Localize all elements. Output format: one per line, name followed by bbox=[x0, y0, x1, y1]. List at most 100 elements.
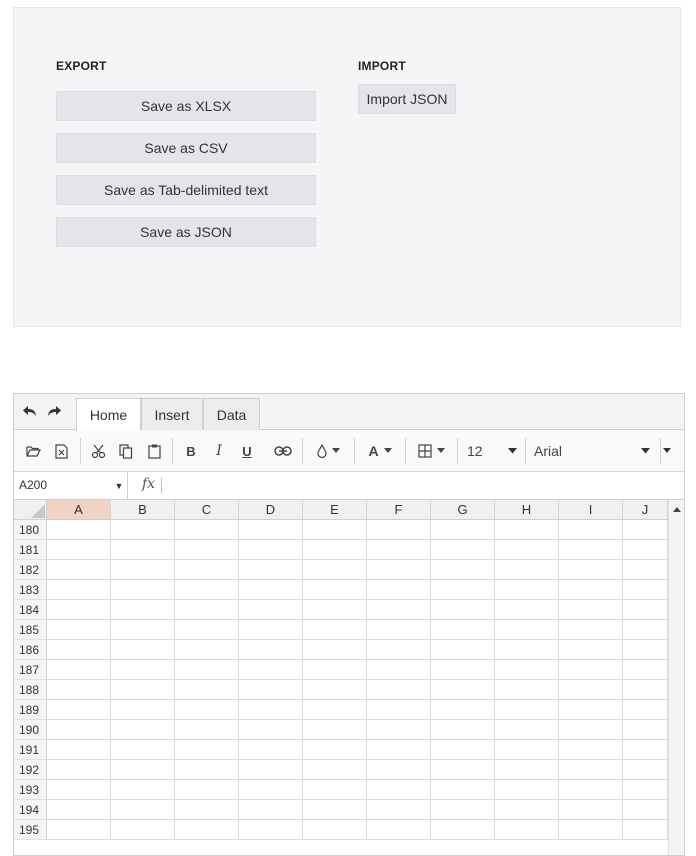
cell-a194[interactable] bbox=[47, 800, 111, 820]
cell-f183[interactable] bbox=[367, 580, 431, 600]
cell-h184[interactable] bbox=[495, 600, 559, 620]
text-color-icon[interactable]: A bbox=[364, 439, 396, 463]
font-size-select[interactable]: 12 bbox=[467, 439, 517, 463]
cell-a184[interactable] bbox=[47, 600, 111, 620]
cell-f182[interactable] bbox=[367, 560, 431, 580]
cell-j194[interactable] bbox=[623, 800, 668, 820]
cell-i192[interactable] bbox=[559, 760, 623, 780]
cell-f193[interactable] bbox=[367, 780, 431, 800]
cell-b195[interactable] bbox=[111, 820, 175, 840]
borders-icon[interactable] bbox=[415, 439, 447, 463]
vertical-scrollbar[interactable] bbox=[668, 500, 684, 855]
row-header-183[interactable]: 183 bbox=[14, 580, 47, 600]
cell-g183[interactable] bbox=[431, 580, 495, 600]
cell-g193[interactable] bbox=[431, 780, 495, 800]
cell-e191[interactable] bbox=[303, 740, 367, 760]
cell-g185[interactable] bbox=[431, 620, 495, 640]
undo-icon[interactable] bbox=[22, 404, 38, 423]
cell-e194[interactable] bbox=[303, 800, 367, 820]
formula-input[interactable] bbox=[161, 478, 162, 493]
cell-d180[interactable] bbox=[239, 520, 303, 540]
cell-h183[interactable] bbox=[495, 580, 559, 600]
cell-b183[interactable] bbox=[111, 580, 175, 600]
cell-h185[interactable] bbox=[495, 620, 559, 640]
cell-g184[interactable] bbox=[431, 600, 495, 620]
cell-a187[interactable] bbox=[47, 660, 111, 680]
cell-e195[interactable] bbox=[303, 820, 367, 840]
cell-c195[interactable] bbox=[175, 820, 239, 840]
cell-b191[interactable] bbox=[111, 740, 175, 760]
cell-j193[interactable] bbox=[623, 780, 668, 800]
cell-j191[interactable] bbox=[623, 740, 668, 760]
cell-b182[interactable] bbox=[111, 560, 175, 580]
open-icon[interactable] bbox=[24, 439, 42, 463]
cell-i183[interactable] bbox=[559, 580, 623, 600]
cell-f187[interactable] bbox=[367, 660, 431, 680]
cell-c181[interactable] bbox=[175, 540, 239, 560]
italic-icon[interactable]: I bbox=[210, 439, 228, 463]
cell-f189[interactable] bbox=[367, 700, 431, 720]
cell-b188[interactable] bbox=[111, 680, 175, 700]
cell-f185[interactable] bbox=[367, 620, 431, 640]
cell-i190[interactable] bbox=[559, 720, 623, 740]
name-box-dropdown-icon[interactable]: ▼ bbox=[110, 472, 128, 499]
cell-c180[interactable] bbox=[175, 520, 239, 540]
cell-g186[interactable] bbox=[431, 640, 495, 660]
cell-b189[interactable] bbox=[111, 700, 175, 720]
cell-e183[interactable] bbox=[303, 580, 367, 600]
row-header-180[interactable]: 180 bbox=[14, 520, 47, 540]
cell-d181[interactable] bbox=[239, 540, 303, 560]
cell-a189[interactable] bbox=[47, 700, 111, 720]
row-header-195[interactable]: 195 bbox=[14, 820, 47, 840]
cell-a180[interactable] bbox=[47, 520, 111, 540]
cell-f195[interactable] bbox=[367, 820, 431, 840]
cell-j185[interactable] bbox=[623, 620, 668, 640]
cell-c186[interactable] bbox=[175, 640, 239, 660]
cell-a185[interactable] bbox=[47, 620, 111, 640]
column-header-d[interactable]: D bbox=[239, 500, 303, 520]
row-header-184[interactable]: 184 bbox=[14, 600, 47, 620]
cell-i180[interactable] bbox=[559, 520, 623, 540]
cell-i181[interactable] bbox=[559, 540, 623, 560]
cell-d189[interactable] bbox=[239, 700, 303, 720]
cell-c187[interactable] bbox=[175, 660, 239, 680]
cell-j189[interactable] bbox=[623, 700, 668, 720]
cell-i184[interactable] bbox=[559, 600, 623, 620]
cell-f181[interactable] bbox=[367, 540, 431, 560]
cell-d186[interactable] bbox=[239, 640, 303, 660]
redo-icon[interactable] bbox=[46, 404, 62, 423]
cell-c191[interactable] bbox=[175, 740, 239, 760]
cell-c182[interactable] bbox=[175, 560, 239, 580]
cell-d194[interactable] bbox=[239, 800, 303, 820]
cell-d190[interactable] bbox=[239, 720, 303, 740]
cell-c193[interactable] bbox=[175, 780, 239, 800]
row-header-186[interactable]: 186 bbox=[14, 640, 47, 660]
cell-a190[interactable] bbox=[47, 720, 111, 740]
cell-c189[interactable] bbox=[175, 700, 239, 720]
tab-data[interactable]: Data bbox=[203, 398, 260, 430]
cell-f191[interactable] bbox=[367, 740, 431, 760]
row-header-189[interactable]: 189 bbox=[14, 700, 47, 720]
cell-e189[interactable] bbox=[303, 700, 367, 720]
cell-d188[interactable] bbox=[239, 680, 303, 700]
cell-j181[interactable] bbox=[623, 540, 668, 560]
cell-c188[interactable] bbox=[175, 680, 239, 700]
cell-h195[interactable] bbox=[495, 820, 559, 840]
cell-j188[interactable] bbox=[623, 680, 668, 700]
cell-h193[interactable] bbox=[495, 780, 559, 800]
cell-e193[interactable] bbox=[303, 780, 367, 800]
font-family-select[interactable]: Arial bbox=[534, 439, 650, 463]
column-header-e[interactable]: E bbox=[303, 500, 367, 520]
column-header-g[interactable]: G bbox=[431, 500, 495, 520]
cell-a192[interactable] bbox=[47, 760, 111, 780]
row-header-185[interactable]: 185 bbox=[14, 620, 47, 640]
cell-j195[interactable] bbox=[623, 820, 668, 840]
row-header-188[interactable]: 188 bbox=[14, 680, 47, 700]
column-header-f[interactable]: F bbox=[367, 500, 431, 520]
cell-g188[interactable] bbox=[431, 680, 495, 700]
export-xlsx-icon[interactable] bbox=[52, 439, 70, 463]
cell-h194[interactable] bbox=[495, 800, 559, 820]
cell-j192[interactable] bbox=[623, 760, 668, 780]
cell-d184[interactable] bbox=[239, 600, 303, 620]
cell-i188[interactable] bbox=[559, 680, 623, 700]
